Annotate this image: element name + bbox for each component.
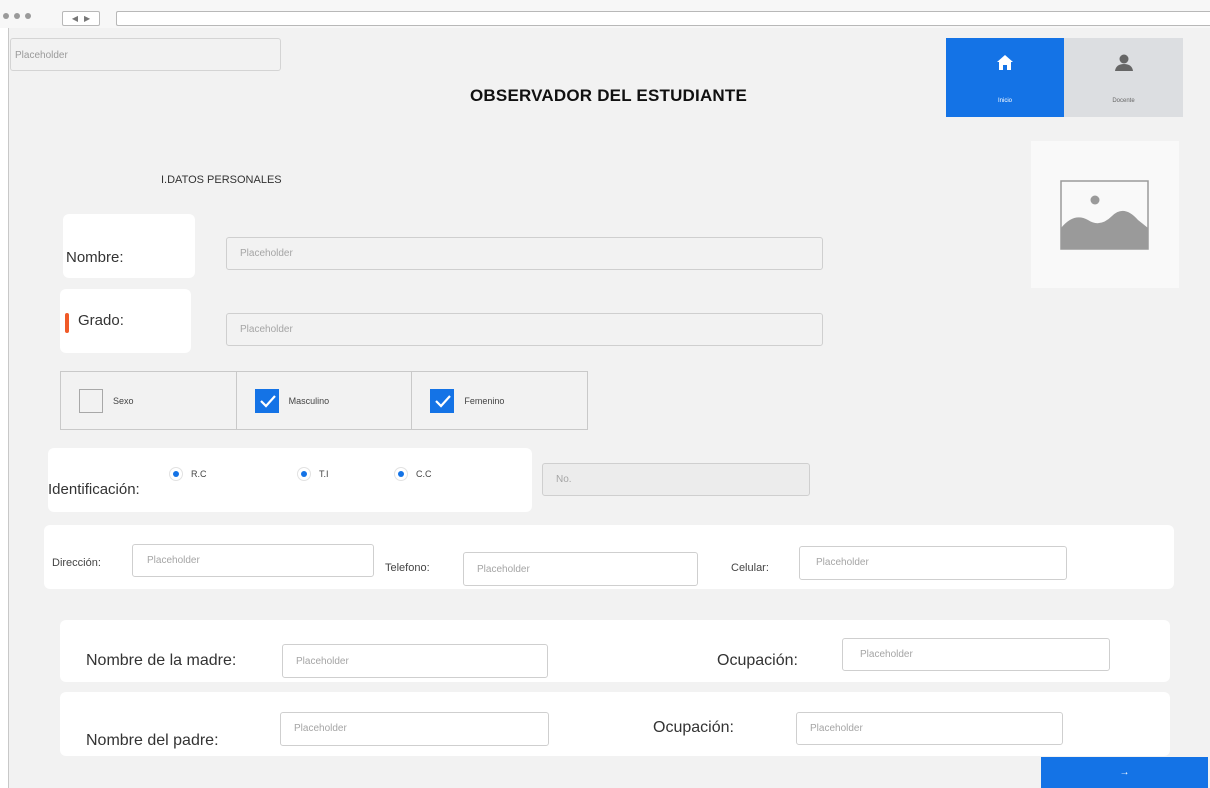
back-arrow-icon[interactable]: ◀ <box>72 14 78 23</box>
radio-button[interactable] <box>297 467 311 481</box>
padre-input[interactable]: Placeholder <box>280 712 549 746</box>
nav-tab-docente-label: Docente <box>1112 98 1135 104</box>
madre-ocupacion-input[interactable]: Placeholder <box>842 638 1110 671</box>
madre-label: Nombre de la madre: <box>86 652 237 669</box>
direccion-label: Dirección: <box>52 557 101 569</box>
grado-input[interactable]: Placeholder <box>226 313 823 346</box>
radio-ti-label: T.I <box>319 469 329 479</box>
checkmark-icon <box>435 394 452 408</box>
femenino-option[interactable]: Femenino <box>412 372 587 429</box>
celular-input[interactable]: Placeholder <box>799 546 1067 580</box>
masculino-option-label: Masculino <box>288 395 330 406</box>
telefono-input[interactable]: Placeholder <box>463 552 698 586</box>
masculino-checkbox[interactable] <box>254 388 279 413</box>
radio-rc-label: R.C <box>191 469 207 479</box>
nombre-input[interactable]: Placeholder <box>226 237 823 270</box>
sexo-option-label: Sexo <box>113 395 134 406</box>
celular-label: Celular: <box>731 562 769 574</box>
home-icon <box>997 55 1013 70</box>
identificacion-label: Identificación: <box>48 481 140 498</box>
page-title: OBSERVADOR DEL ESTUDIANTE <box>470 86 748 105</box>
radio-button[interactable] <box>169 467 183 481</box>
image-placeholder-icon <box>1060 180 1149 250</box>
madre-ocupacion-label: Ocupación: <box>717 652 798 669</box>
forward-arrow-icon[interactable]: ▶ <box>84 14 90 23</box>
radio-ti[interactable]: T.I <box>297 467 329 481</box>
next-button[interactable]: → <box>1041 757 1208 788</box>
nombre-label: Nombre: <box>66 249 124 266</box>
nombre-label-card <box>63 214 195 278</box>
padre-ocupacion-label: Ocupación: <box>653 719 734 736</box>
browser-nav-arrows[interactable]: ◀ ▶ <box>62 11 100 26</box>
radio-rc[interactable]: R.C <box>169 467 207 481</box>
padre-ocupacion-input[interactable]: Placeholder <box>796 712 1063 745</box>
window-controls[interactable] <box>3 13 31 21</box>
radio-button[interactable] <box>394 467 408 481</box>
identificacion-card <box>48 448 532 512</box>
masculino-option[interactable]: Masculino <box>237 372 413 429</box>
telefono-label: Telefono: <box>385 562 430 574</box>
section-title: I.DATOS PERSONALES <box>161 174 282 186</box>
radio-cc-label: C.C <box>416 469 432 479</box>
femenino-option-label: Femenino <box>464 395 505 406</box>
nav-tab-inicio[interactable]: Inicio <box>946 38 1064 117</box>
madre-input[interactable]: Placeholder <box>282 644 548 678</box>
nav-tab-inicio-label: Inicio <box>997 98 1012 104</box>
femenino-checkbox[interactable] <box>430 388 455 413</box>
top-search-input[interactable]: Placeholder <box>10 38 281 71</box>
padre-label: Nombre del padre: <box>86 732 219 749</box>
radio-cc[interactable]: C.C <box>394 467 432 481</box>
sexo-checkbox[interactable] <box>79 388 103 413</box>
user-icon <box>1114 54 1133 71</box>
address-bar[interactable] <box>116 11 1210 26</box>
nav-tab-docente[interactable]: Docente <box>1064 38 1183 117</box>
sexo-option[interactable]: Sexo <box>61 372 237 429</box>
student-photo-placeholder[interactable] <box>1031 141 1179 288</box>
required-indicator <box>65 313 69 333</box>
direccion-input[interactable]: Placeholder <box>132 544 374 577</box>
grado-label: Grado: <box>78 312 124 329</box>
sexo-group: Sexo Masculino Femenino <box>60 371 588 430</box>
arrow-right-icon: → <box>1119 767 1130 778</box>
checkmark-icon <box>259 394 276 408</box>
identificacion-number-input[interactable]: No. <box>542 463 810 496</box>
